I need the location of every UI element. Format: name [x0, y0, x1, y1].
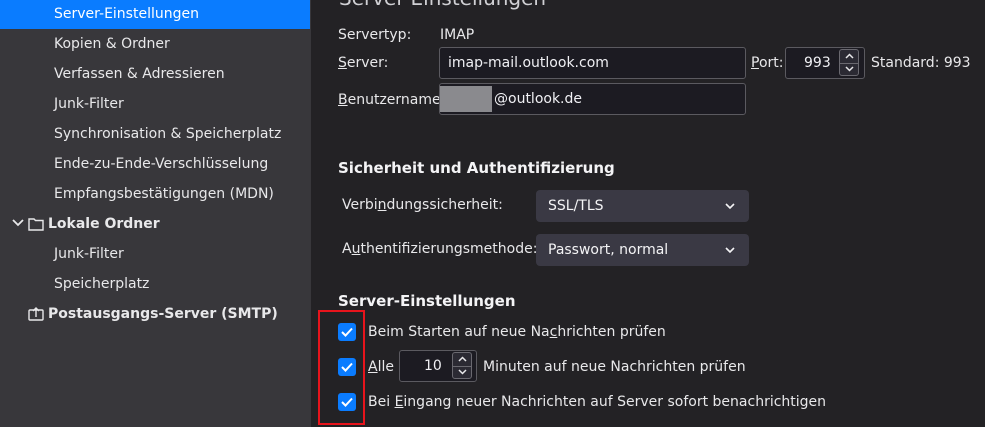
sidebar-item-label: Ende-zu-Ende-Verschlüsselung: [54, 156, 269, 172]
sidebar-item-label: Junk-Filter: [54, 246, 124, 262]
notify-new-messages-label[interactable]: Bei Eingang neuer Nachrichten auf Server…: [368, 394, 826, 410]
auth-method-select[interactable]: Passwort, normal: [536, 234, 749, 266]
page-title: Server-Einstellungen: [339, 0, 546, 10]
port-stepper[interactable]: [839, 49, 859, 76]
sidebar-item-local-junk[interactable]: Junk-Filter: [0, 239, 311, 269]
username-label: Benutzername:: [338, 92, 446, 108]
chevron-down-icon: [725, 203, 735, 210]
server-settings-section-title: Server-Einstellungen: [338, 292, 516, 310]
sidebar-item-server-settings[interactable]: Server-Einstellungen: [0, 0, 310, 29]
sidebar-item-smtp[interactable]: Postausgangs-Server (SMTP): [0, 299, 311, 329]
chevron-down-icon: [457, 369, 467, 375]
username-domain: @outlook.de: [494, 91, 583, 107]
interval-decrement-button[interactable]: [453, 365, 471, 379]
connection-security-value: SSL/TLS: [548, 198, 604, 214]
security-section-title: Sicherheit und Authentifizierung: [338, 159, 615, 177]
server-settings-pane: Server-Einstellungen Servertyp: IMAP Ser…: [311, 0, 985, 427]
sidebar-item-sync-storage[interactable]: Synchronisation & Speicherplatz: [0, 119, 311, 149]
check-on-startup-label[interactable]: Beim Starten auf neue Nachrichten prüfen: [368, 324, 666, 340]
sidebar-item-junk[interactable]: Junk-Filter: [0, 89, 311, 119]
check-every-label[interactable]: Alle: [368, 359, 394, 375]
sidebar-item-label: Lokale Ordner: [48, 216, 160, 232]
sidebar-item-local-folders[interactable]: Lokale Ordner: [0, 209, 311, 239]
redacted-block: [440, 86, 492, 112]
sidebar-item-receipts[interactable]: Empfangsbestätigungen (MDN): [0, 179, 311, 209]
auth-method-value: Passwort, normal: [548, 242, 669, 258]
servertype-label: Servertyp:: [338, 27, 412, 43]
chevron-down-icon[interactable]: [12, 217, 24, 229]
port-default-text: Standard: 993: [871, 55, 971, 71]
sidebar-item-copies-folders[interactable]: Kopien & Ordner: [0, 29, 311, 59]
interval-stepper[interactable]: [452, 352, 472, 379]
username-field[interactable]: @outlook.de: [439, 83, 746, 115]
sidebar-item-label: Empfangsbestätigungen (MDN): [54, 186, 274, 202]
sidebar-item-local-storage[interactable]: Speicherplatz: [0, 269, 311, 299]
sidebar-item-label: Speicherplatz: [54, 276, 150, 292]
port-label: Port:: [751, 55, 784, 71]
connection-security-label: Verbindungssicherheit:: [342, 197, 503, 213]
chevron-up-icon: [844, 53, 854, 59]
sidebar-item-e2e-encryption[interactable]: Ende-zu-Ende-Verschlüsselung: [0, 149, 311, 179]
server-field[interactable]: imap-mail.outlook.com: [439, 47, 746, 79]
server-label: Server:: [338, 55, 389, 71]
highlight-box: [318, 310, 365, 425]
chevron-down-icon: [725, 247, 735, 254]
sidebar-item-label: Kopien & Ordner: [54, 36, 170, 52]
port-decrement-button[interactable]: [840, 62, 858, 76]
sidebar-item-label: Junk-Filter: [54, 96, 124, 112]
sidebar-item-label: Verfassen & Adressieren: [54, 66, 225, 82]
auth-method-label: Authentifizierungsmethode:: [342, 241, 538, 257]
port-increment-button[interactable]: [840, 50, 858, 63]
servertype-value: IMAP: [440, 27, 475, 43]
outbox-icon: [28, 307, 44, 321]
check-every-suffix: Minuten auf neue Nachrichten prüfen: [483, 359, 746, 375]
connection-security-select[interactable]: SSL/TLS: [536, 190, 749, 222]
chevron-up-icon: [457, 356, 467, 362]
interval-increment-button[interactable]: [453, 353, 471, 366]
folder-icon: [28, 218, 44, 231]
sidebar-item-label: Synchronisation & Speicherplatz: [54, 126, 282, 142]
account-settings-sidebar: Server-Einstellungen Kopien & Ordner Ver…: [0, 0, 311, 427]
sidebar-item-label: Server-Einstellungen: [54, 6, 199, 22]
sidebar-item-composition[interactable]: Verfassen & Adressieren: [0, 59, 311, 89]
chevron-down-icon: [844, 66, 854, 72]
sidebar-item-label: Postausgangs-Server (SMTP): [48, 306, 278, 322]
